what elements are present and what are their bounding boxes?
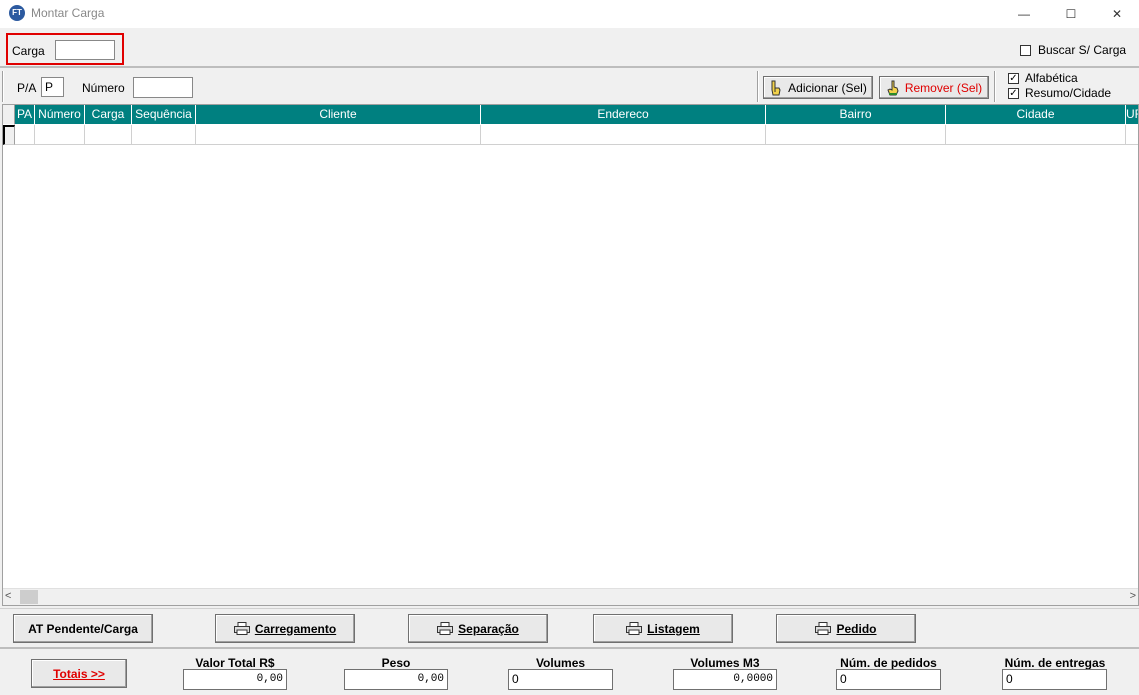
- title-bar: FT Montar Carga — ☐ ✕: [0, 0, 1139, 28]
- totais-label: Totais >>: [53, 666, 105, 681]
- peso-field[interactable]: 0,00: [344, 669, 448, 690]
- printer-icon: [437, 622, 454, 635]
- separacao-label: Separação: [458, 621, 519, 636]
- pointing-hand-icon: [771, 80, 781, 95]
- printer-icon: [815, 622, 832, 635]
- totais-button[interactable]: Totais >>: [31, 659, 127, 688]
- volumes-field[interactable]: 0: [508, 669, 613, 690]
- listagem-label: Listagem: [647, 621, 700, 636]
- column-header-endereco[interactable]: Endereco: [481, 105, 766, 125]
- column-header-cidade[interactable]: Cidade: [946, 105, 1126, 125]
- volumes-m3-label: Volumes M3: [690, 656, 760, 670]
- horizontal-scrollbar[interactable]: < >: [3, 588, 1138, 605]
- divider: [757, 71, 759, 102]
- close-button[interactable]: ✕: [1094, 0, 1139, 28]
- divider: [2, 71, 4, 102]
- table-cell[interactable]: [15, 125, 35, 145]
- num-pedidos-label: Núm. de pedidos: [840, 656, 937, 670]
- num-entregas-field[interactable]: 0: [1002, 669, 1107, 690]
- scroll-thumb[interactable]: [20, 590, 38, 604]
- carga-highlight-box: Carga: [6, 33, 124, 65]
- column-header-carga[interactable]: Carga: [85, 105, 132, 125]
- peso-label: Peso: [381, 656, 411, 670]
- window-title: Montar Carga: [31, 6, 105, 20]
- listagem-button[interactable]: Listagem: [593, 614, 733, 643]
- table-cell[interactable]: [132, 125, 196, 145]
- grid-header: PA Número Carga Sequência Cliente Endere…: [3, 105, 1138, 125]
- action-bar: AT Pendente/Carga Carregamento Separação…: [0, 608, 1139, 646]
- column-header-uf[interactable]: UF: [1126, 105, 1138, 125]
- numero-label: Número: [82, 81, 125, 95]
- row-indicator[interactable]: [3, 125, 15, 145]
- printer-icon: [233, 622, 250, 635]
- alfabetica-checkbox[interactable]: ✓: [1008, 73, 1019, 84]
- pointing-hand-up-icon: [887, 80, 899, 95]
- buscar-sem-carga-checkbox[interactable]: [1020, 45, 1031, 56]
- table-cell[interactable]: [946, 125, 1126, 145]
- filter-row: P/A P Número Adicionar (Sel) Remover (Se…: [0, 70, 1139, 103]
- buscar-sem-carga-label: Buscar S/ Carga: [1038, 43, 1127, 57]
- scroll-left-icon[interactable]: <: [5, 590, 11, 602]
- scroll-right-icon[interactable]: >: [1130, 590, 1136, 602]
- adicionar-label: Adicionar (Sel): [788, 80, 867, 95]
- table-cell[interactable]: [85, 125, 132, 145]
- minimize-button[interactable]: —: [1001, 0, 1047, 28]
- table-cell[interactable]: [481, 125, 766, 145]
- pedido-label: Pedido: [836, 621, 877, 636]
- numero-input[interactable]: [133, 77, 193, 98]
- table-cell[interactable]: [1126, 125, 1138, 145]
- alfabetica-label: Alfabética: [1025, 71, 1078, 85]
- valor-total-field[interactable]: 0,00: [183, 669, 287, 690]
- printer-icon: [626, 622, 643, 635]
- app-logo-icon: FT: [9, 5, 25, 21]
- carga-input[interactable]: [55, 40, 115, 60]
- volumes-label: Volumes: [535, 656, 586, 670]
- carga-label: Carga: [12, 44, 45, 58]
- column-header-sequencia[interactable]: Sequência: [132, 105, 196, 125]
- pa-label: P/A: [17, 81, 37, 95]
- table-row[interactable]: [3, 125, 1138, 145]
- valor-total-label: Valor Total R$: [195, 656, 275, 670]
- carregamento-label: Carregamento: [254, 621, 337, 636]
- maximize-button[interactable]: ☐: [1048, 0, 1094, 28]
- column-header-cliente[interactable]: Cliente: [196, 105, 481, 125]
- pedido-button[interactable]: Pedido: [776, 614, 916, 643]
- num-pedidos-field[interactable]: 0: [836, 669, 941, 690]
- pa-input[interactable]: P: [41, 77, 64, 97]
- totals-bar: Totais >> Valor Total R$ 0,00 Peso 0,00 …: [0, 647, 1139, 695]
- table-cell[interactable]: [196, 125, 481, 145]
- volumes-m3-field[interactable]: 0,0000: [673, 669, 777, 690]
- at-pendente-carga-label: AT Pendente/Carga: [28, 621, 138, 636]
- column-header-numero[interactable]: Número: [35, 105, 85, 125]
- column-header-bairro[interactable]: Bairro: [766, 105, 946, 125]
- top-panel: Carga Buscar S/ Carga: [0, 30, 1139, 68]
- data-grid[interactable]: PA Número Carga Sequência Cliente Endere…: [2, 104, 1139, 606]
- resumo-cidade-label: Resumo/Cidade: [1025, 86, 1112, 100]
- column-header-pa[interactable]: PA: [15, 105, 35, 125]
- table-cell[interactable]: [766, 125, 946, 145]
- remover-label: Remover (Sel): [904, 80, 983, 95]
- table-cell[interactable]: [35, 125, 85, 145]
- carregamento-button[interactable]: Carregamento: [215, 614, 355, 643]
- resumo-cidade-checkbox[interactable]: ✓: [1008, 88, 1019, 99]
- remover-button[interactable]: Remover (Sel): [879, 76, 989, 99]
- adicionar-button[interactable]: Adicionar (Sel): [763, 76, 873, 99]
- separacao-button[interactable]: Separação: [408, 614, 548, 643]
- at-pendente-carga-button[interactable]: AT Pendente/Carga: [13, 614, 153, 643]
- divider: [994, 71, 996, 102]
- num-entregas-label: Núm. de entregas: [1004, 656, 1106, 670]
- row-indicator-header: [3, 105, 15, 125]
